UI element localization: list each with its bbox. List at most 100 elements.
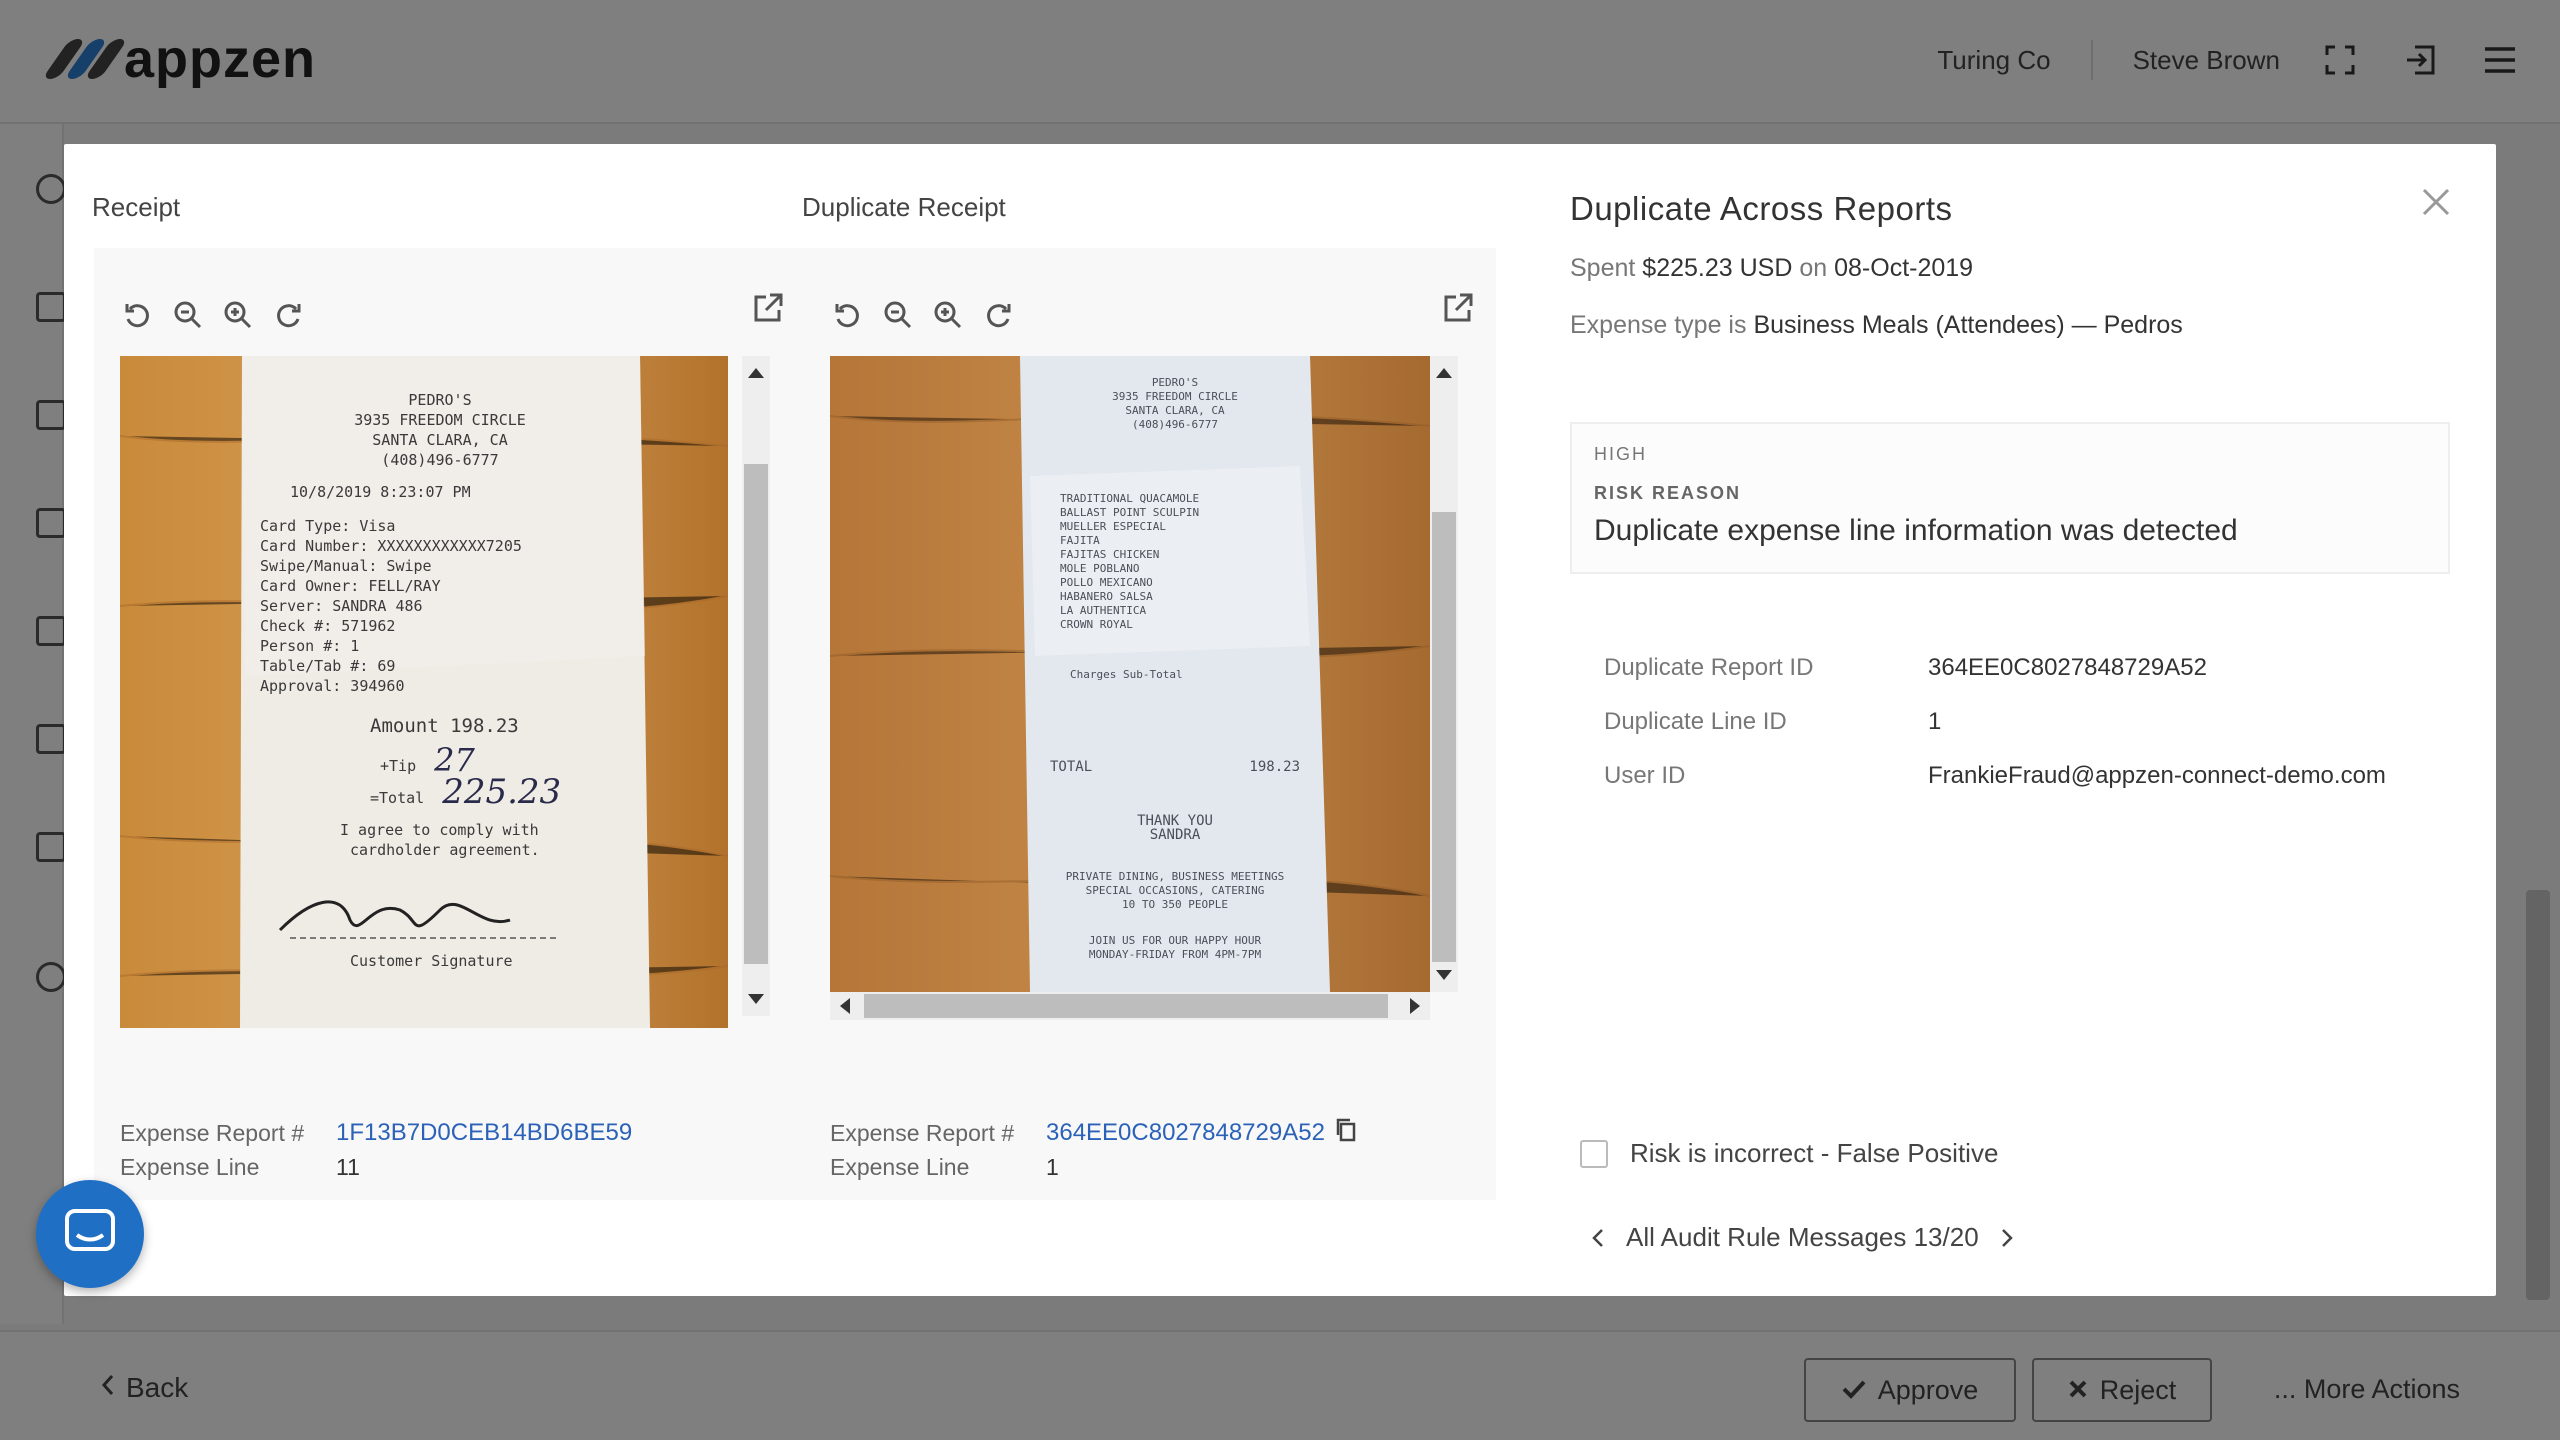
- receipt-line: Table/Tab #: 69: [260, 657, 396, 675]
- receipt-text: PEDRO'S 3935 FREEDOM CIRCLE SANTA CLARA,…: [250, 390, 630, 971]
- dup-total-row: TOTAL 198.23: [1040, 760, 1310, 774]
- dup-subtotal: Charges Sub-Total: [1070, 668, 1183, 681]
- rotate-left-icon[interactable]: [120, 297, 156, 333]
- scroll-thumb[interactable]: [744, 464, 768, 964]
- receipt-line: Check #: 571962: [260, 617, 396, 635]
- duplicate-fields: Duplicate Report ID 364EE0C8027848729A52…: [1604, 654, 2386, 816]
- field-row: Duplicate Report ID 364EE0C8027848729A52: [1604, 654, 2386, 708]
- field-row: User ID FrankieFraud@appzen-connect-demo…: [1604, 762, 2386, 816]
- dup-item: MOLE POBLANO: [1060, 562, 1140, 575]
- handwritten-tip: 27: [434, 741, 475, 779]
- dup-footer-line: JOIN US FOR OUR HAPPY HOUR: [1088, 934, 1262, 947]
- zoom-out-icon[interactable]: [880, 297, 916, 333]
- receipt-agree-2: cardholder agreement.: [350, 841, 540, 859]
- scroll-down-icon[interactable]: [748, 994, 764, 1004]
- field-value: 1: [1928, 708, 1942, 735]
- dup-item: MUELLER ESPECIAL: [1060, 520, 1166, 533]
- dup-header-line: (408)496-6777: [1131, 418, 1219, 431]
- receipt-total-label: =Total: [370, 789, 425, 807]
- type-prefix: Expense type is: [1570, 311, 1747, 339]
- audit-details: Duplicate Across Reports Spent $225.23 U…: [1570, 190, 2450, 1252]
- audit-pager: All Audit Rule Messages 13/20: [1586, 1222, 2019, 1253]
- zoom-in-icon[interactable]: [220, 297, 256, 333]
- chevron-left-icon[interactable]: [1586, 1223, 1610, 1253]
- zoom-out-icon[interactable]: [170, 297, 206, 333]
- spent-on: on: [1799, 254, 1828, 282]
- field-row: Duplicate Line ID 1: [1604, 708, 2386, 762]
- dup-item: POLLO MEXICANO: [1060, 576, 1153, 589]
- chevron-right-icon[interactable]: [1995, 1223, 2019, 1253]
- receipt-total-row: =Total 225.23: [250, 772, 630, 812]
- field-value: FrankieFraud@appzen-connect-demo.com: [1928, 762, 2386, 789]
- expense-line-value: 11: [336, 1153, 360, 1180]
- open-external-icon[interactable]: [750, 290, 786, 326]
- duplicate-receipt-image[interactable]: PEDRO'S 3935 FREEDOM CIRCLE SANTA CLARA,…: [830, 356, 1430, 992]
- duplicate-vertical-scrollbar[interactable]: [1430, 356, 1458, 992]
- open-external-icon[interactable]: [1440, 290, 1476, 326]
- false-positive-checkbox[interactable]: [1580, 1139, 1608, 1168]
- receipt-meta: Expense Report # 1F13B7D0CEB14BD6BE59 Ex…: [120, 1116, 632, 1184]
- duplicate-modal: Receipt Duplicate Receipt PEDRO'S 3935 F…: [64, 144, 2496, 1296]
- scroll-down-icon[interactable]: [1436, 970, 1452, 980]
- scroll-right-icon[interactable]: [1410, 998, 1420, 1014]
- scroll-thumb[interactable]: [864, 994, 1388, 1018]
- receipt-line: Card Owner: FELL/RAY: [260, 577, 441, 595]
- type-value: Business Meals (Attendees) — Pedros: [1753, 311, 2183, 339]
- scroll-left-icon[interactable]: [840, 998, 850, 1014]
- zoom-in-icon[interactable]: [930, 297, 966, 333]
- field-key: Duplicate Report ID: [1604, 654, 1814, 681]
- signature-image: [278, 900, 560, 939]
- receipt-line: Swipe/Manual: Swipe: [260, 557, 432, 575]
- chat-launcher[interactable]: [36, 1180, 144, 1288]
- expense-line-label: Expense Line: [830, 1153, 970, 1180]
- field-value: 364EE0C8027848729A52: [1928, 654, 2207, 681]
- receipt-agree: I agree to comply with: [340, 821, 539, 839]
- copy-icon[interactable]: [1335, 1118, 1357, 1148]
- receipts-panel: PEDRO'S 3935 FREEDOM CIRCLE SANTA CLARA,…: [94, 248, 1496, 1200]
- risk-severity: HIGH: [1594, 444, 1647, 464]
- dup-footer-line: 10 TO 350 PEOPLE: [1122, 898, 1228, 911]
- duplicate-receipt-text: PEDRO'S 3935 FREEDOM CIRCLE SANTA CLARA,…: [1040, 376, 1310, 962]
- dup-item: TRADITIONAL QUACAMOLE: [1060, 492, 1200, 505]
- handwritten-total: 225.23: [442, 772, 562, 812]
- risk-reason-label: RISK REASON: [1594, 483, 1742, 503]
- pager-label[interactable]: All Audit Rule Messages 13/20: [1626, 1222, 1979, 1253]
- audit-title: Duplicate Across Reports: [1570, 190, 1953, 227]
- receipt-line: Approval: 394960: [260, 677, 405, 695]
- receipt-line: Card Type: Visa: [260, 517, 396, 535]
- dup-footer-line: MONDAY-FRIDAY FROM 4PM-7PM: [1088, 948, 1262, 961]
- expense-report-link[interactable]: 1F13B7D0CEB14BD6BE59: [336, 1119, 632, 1147]
- dup-header-line: PEDRO'S: [1151, 376, 1199, 389]
- scroll-up-icon[interactable]: [1436, 368, 1452, 378]
- rotate-right-icon[interactable]: [980, 297, 1016, 333]
- receipt-tip-label: +Tip: [380, 757, 417, 775]
- dup-server: SANDRA: [1149, 827, 1201, 843]
- scroll-thumb[interactable]: [1432, 512, 1456, 962]
- dup-footer-line: PRIVATE DINING, BUSINESS MEETINGS: [1065, 870, 1285, 883]
- dup-item: FAJITAS CHICKEN: [1060, 548, 1160, 561]
- scroll-up-icon[interactable]: [748, 368, 764, 378]
- duplicate-meta: Expense Report # 364EE0C8027848729A52 Ex…: [830, 1116, 1357, 1184]
- receipt-line: 3935 FREEDOM CIRCLE: [354, 411, 526, 429]
- receipt-line: 10/8/2019 8:23:07 PM: [290, 483, 471, 501]
- expense-report-link[interactable]: 364EE0C8027848729A52: [1046, 1119, 1325, 1147]
- rotate-left-icon[interactable]: [830, 297, 866, 333]
- dup-header-line: SANTA CLARA, CA: [1125, 404, 1225, 417]
- spent-amount: $225.23 USD: [1642, 254, 1793, 282]
- dup-item: FAJITA: [1060, 534, 1100, 547]
- duplicate-horizontal-scrollbar[interactable]: [830, 992, 1430, 1020]
- receipt-image[interactable]: PEDRO'S 3935 FREEDOM CIRCLE SANTA CLARA,…: [120, 356, 728, 1028]
- receipt-line: Card Number: XXXXXXXXXXXX7205: [260, 537, 522, 555]
- dup-total-value: 198.23: [1249, 759, 1300, 775]
- dup-footer-line: SPECIAL OCCASIONS, CATERING: [1085, 884, 1265, 897]
- false-positive-option[interactable]: Risk is incorrect - False Positive: [1580, 1138, 1998, 1169]
- dup-item: LA AUTHENTICA: [1060, 604, 1147, 617]
- receipt-line: (408)496-6777: [381, 451, 499, 469]
- duplicate-toolbar: [830, 290, 1016, 340]
- chat-icon: [63, 1207, 117, 1262]
- false-positive-label[interactable]: Risk is incorrect - False Positive: [1630, 1138, 1998, 1169]
- receipt-vertical-scrollbar[interactable]: [742, 356, 770, 1016]
- spent-line: Spent $225.23 USD on 08-Oct-2019: [1570, 254, 2450, 283]
- rotate-right-icon[interactable]: [270, 297, 306, 333]
- receipt-toolbar: [120, 290, 306, 340]
